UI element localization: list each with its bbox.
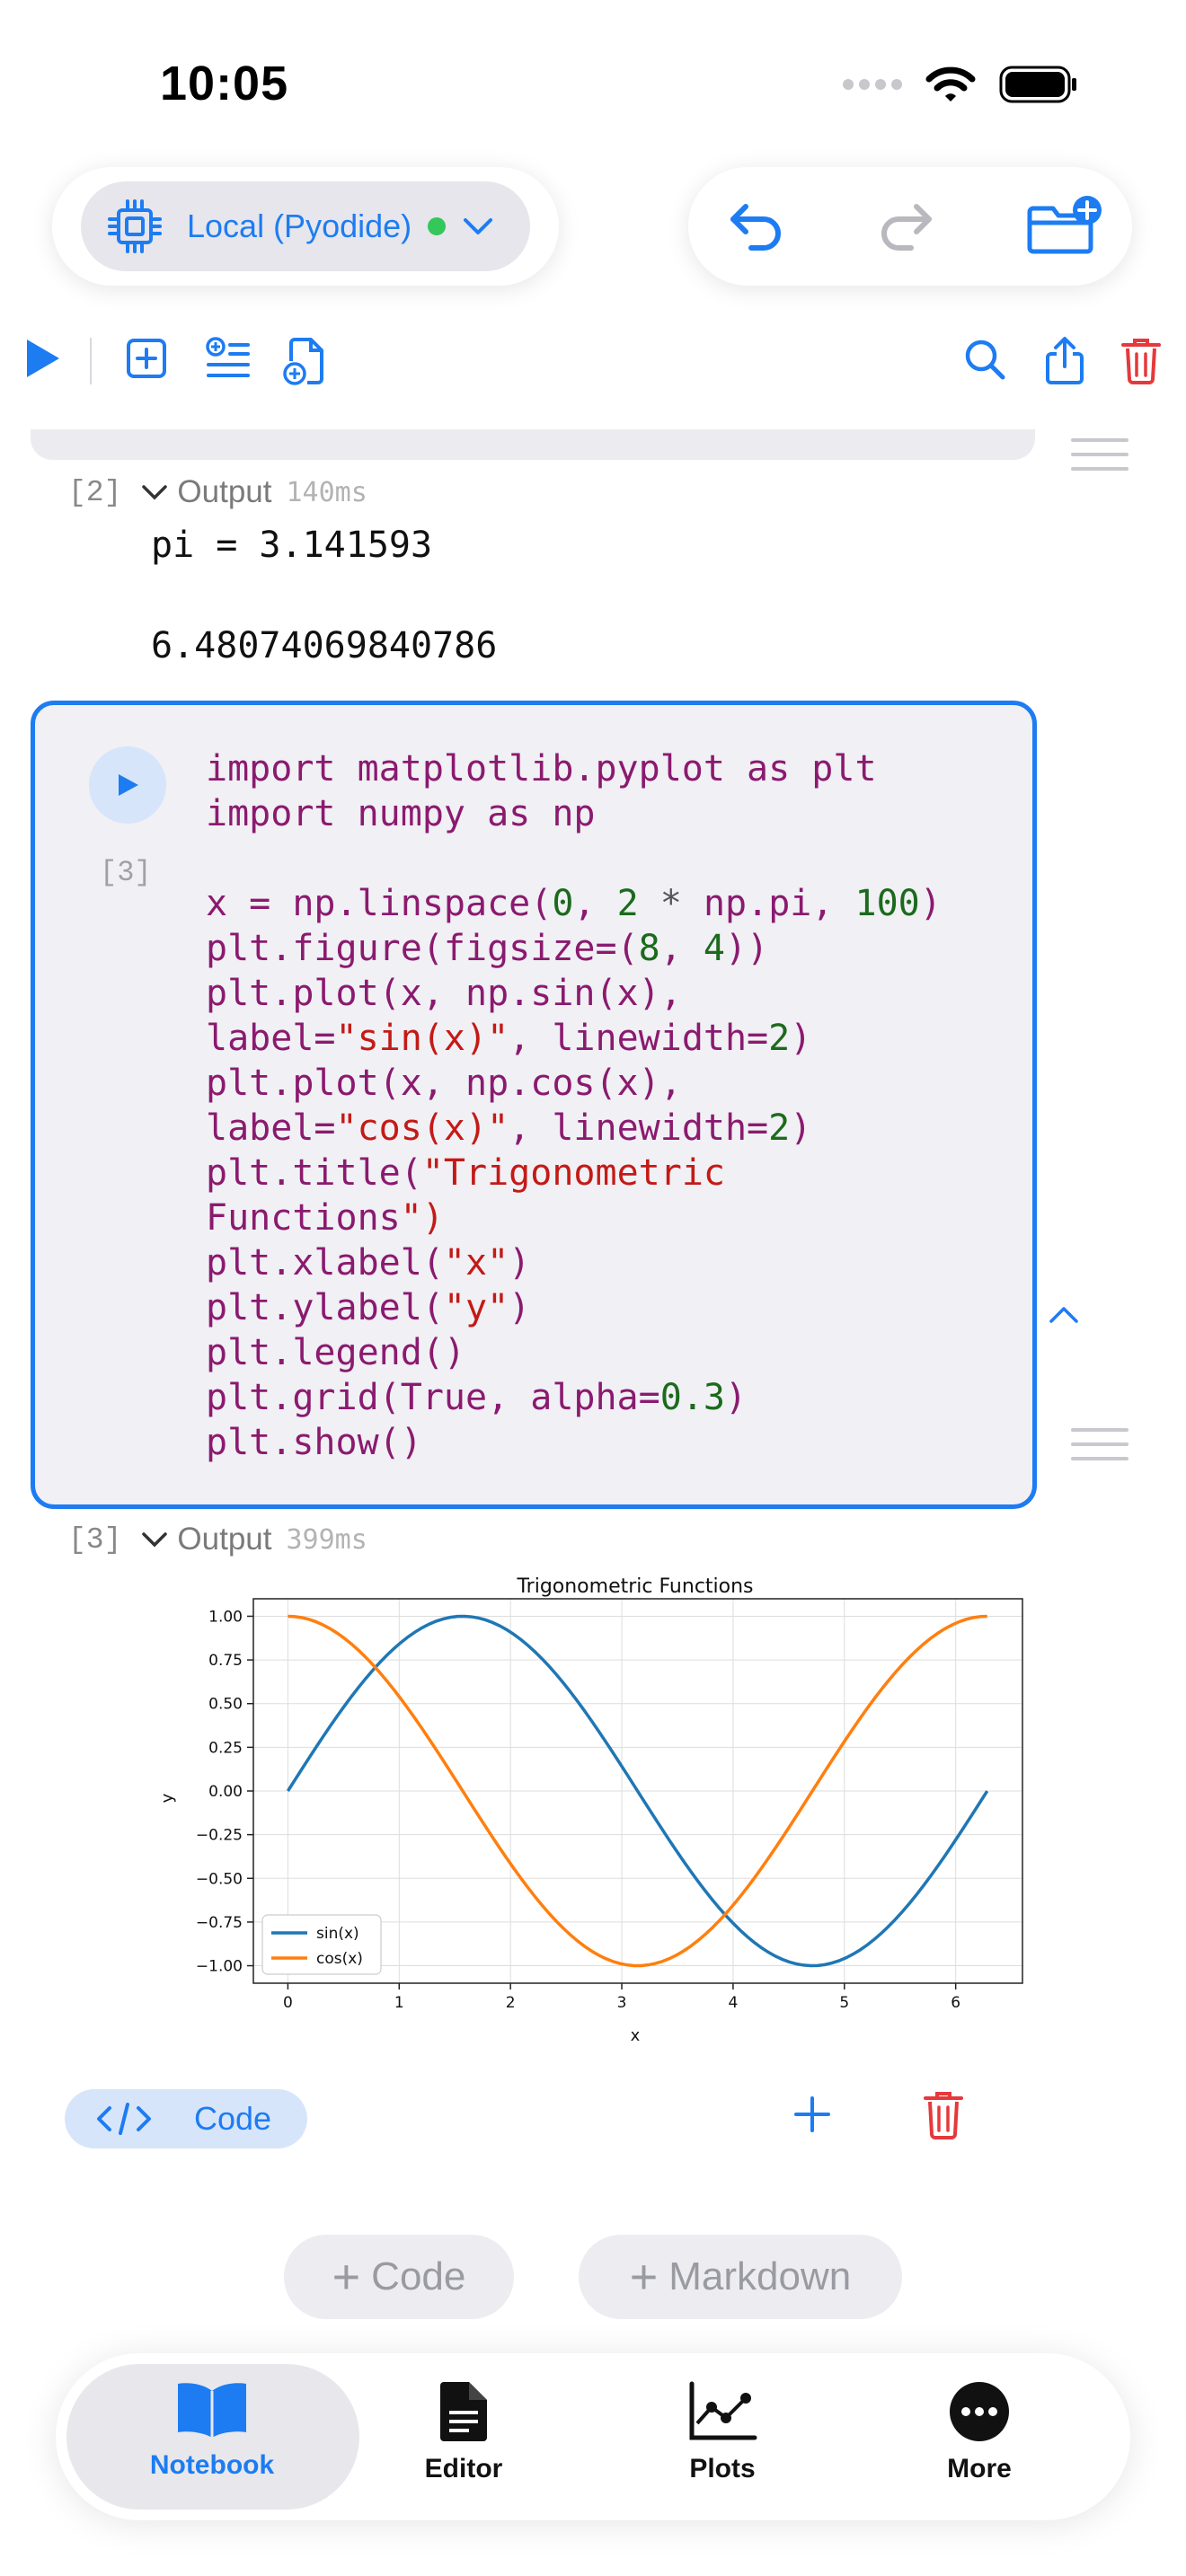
- output-label: Output: [177, 474, 272, 509]
- y-tick-label: −0.75: [196, 1914, 243, 1932]
- add-markdown-label: Markdown: [668, 2254, 852, 2298]
- output-header-3[interactable]: [3] Output 399ms: [68, 1522, 367, 1557]
- tab-label: Plots: [689, 2454, 756, 2483]
- drag-handle-icon[interactable]: [1071, 438, 1128, 481]
- trig-plot: Trigonometric Functions x y 0 1 2 3 4 5 6 1.00 0…: [153, 1572, 1033, 2048]
- runtime-label: Local (Pyodide): [187, 207, 412, 244]
- output-text-line: 6.48074069840786: [151, 625, 498, 666]
- output-number: [3]: [68, 1522, 122, 1557]
- previous-cell-bottom: [31, 429, 1035, 460]
- y-tick-label: 0.50: [208, 1696, 243, 1714]
- y-tick-label: −0.50: [196, 1870, 243, 1888]
- chevron-down-icon: [142, 1532, 168, 1548]
- x-tick-label: 2: [506, 1994, 516, 2012]
- chevron-up-icon[interactable]: [1048, 1304, 1080, 1326]
- legend-label: cos(x): [316, 1950, 363, 1968]
- book-icon: [178, 2383, 246, 2438]
- run-cell-button[interactable]: [89, 746, 166, 824]
- tab-editor[interactable]: Editor: [365, 2380, 562, 2484]
- redo-icon[interactable]: [873, 194, 938, 259]
- y-tick-label: 0.75: [208, 1652, 243, 1670]
- tab-more[interactable]: More: [881, 2380, 1078, 2484]
- y-tick-label: 0.25: [208, 1739, 243, 1757]
- code-icon: [97, 2103, 151, 2135]
- plus-icon: +: [629, 2250, 659, 2304]
- tab-notebook[interactable]: Notebook: [113, 2380, 311, 2481]
- clock: 10:05: [160, 57, 289, 110]
- battery-icon: [999, 66, 1076, 103]
- y-tick-label: −1.00: [196, 1958, 243, 1976]
- share-icon[interactable]: [1042, 336, 1087, 386]
- add-markdown-cell-button[interactable]: + Markdown: [579, 2235, 902, 2319]
- run-all-icon[interactable]: [23, 336, 63, 381]
- plot-ylabel: y: [158, 1793, 177, 1803]
- wifi-icon: [925, 66, 976, 101]
- search-icon[interactable]: [961, 336, 1008, 383]
- tab-label: More: [947, 2454, 1012, 2483]
- y-tick-label: 1.00: [208, 1608, 243, 1626]
- tab-label: Notebook: [149, 2450, 275, 2480]
- x-tick-label: 0: [283, 1994, 293, 2012]
- notebook-toolbar: [0, 323, 1186, 397]
- legend-label: sin(x): [316, 1925, 359, 1943]
- output-header-2[interactable]: [2] Output 140ms: [68, 474, 367, 510]
- output-number: [2]: [68, 475, 122, 509]
- plot-title: Trigonometric Functions: [516, 1575, 753, 1598]
- delete-cell-icon[interactable]: [922, 2089, 965, 2139]
- new-document-icon[interactable]: [282, 336, 327, 386]
- folder-add-icon[interactable]: [1024, 194, 1105, 259]
- document-icon: [440, 2382, 487, 2441]
- x-tick-label: 4: [729, 1994, 739, 2012]
- add-cell-icon[interactable]: [124, 336, 169, 381]
- x-tick-label: 1: [394, 1994, 404, 2012]
- status-icons: [841, 65, 1078, 104]
- signal-icon: [843, 79, 902, 90]
- output-text-line: pi = 3.141593: [151, 525, 433, 566]
- undo-icon[interactable]: [724, 194, 789, 259]
- runtime-status-dot: [428, 217, 447, 235]
- add-cell-below-icon[interactable]: [792, 2095, 832, 2134]
- insert-list-icon[interactable]: [205, 336, 252, 381]
- drag-handle-icon[interactable]: [1071, 1428, 1128, 1471]
- play-icon: [119, 774, 138, 796]
- tab-bar: Notebook Editor Plots More: [56, 2353, 1130, 2520]
- chevron-down-icon: [142, 485, 168, 500]
- chart-icon: [689, 2381, 757, 2440]
- status-bar: 10:05: [0, 0, 1186, 171]
- cell-type-label: Code: [194, 2100, 272, 2137]
- y-tick-label: 0.00: [208, 1783, 243, 1801]
- output-time: 140ms: [286, 476, 367, 508]
- x-tick-label: 5: [839, 1994, 849, 2012]
- x-tick-label: 6: [951, 1994, 960, 2012]
- cpu-icon: [108, 199, 162, 253]
- output-label: Output: [177, 1522, 272, 1557]
- toolbar-divider: [90, 338, 92, 384]
- code-editor[interactable]: import matplotlib.pyplot as plt import n…: [206, 746, 942, 1465]
- runtime-selector[interactable]: Local (Pyodide): [81, 181, 530, 271]
- history-pill: [688, 167, 1132, 286]
- output-time: 399ms: [286, 1523, 367, 1556]
- code-cell[interactable]: [3] import matplotlib.pyplot as plt impo…: [31, 701, 1037, 1509]
- plot-legend: sin(x) cos(x): [261, 1914, 382, 1975]
- cell-number: [3]: [100, 856, 152, 889]
- more-icon: [950, 2382, 1009, 2441]
- plot-background: [153, 1572, 1033, 2048]
- cell-type-toggle[interactable]: Code: [65, 2089, 307, 2148]
- tab-label: Editor: [424, 2454, 503, 2483]
- add-code-label: Code: [371, 2254, 466, 2298]
- add-code-cell-button[interactable]: + Code: [284, 2235, 514, 2319]
- plus-icon: +: [332, 2250, 361, 2304]
- plot-xlabel: x: [631, 2026, 641, 2045]
- x-tick-label: 3: [617, 1994, 627, 2012]
- tab-plots[interactable]: Plots: [624, 2380, 821, 2484]
- y-tick-label: −0.25: [196, 1827, 243, 1845]
- trash-icon[interactable]: [1120, 336, 1163, 384]
- chevron-down-icon: [464, 218, 493, 234]
